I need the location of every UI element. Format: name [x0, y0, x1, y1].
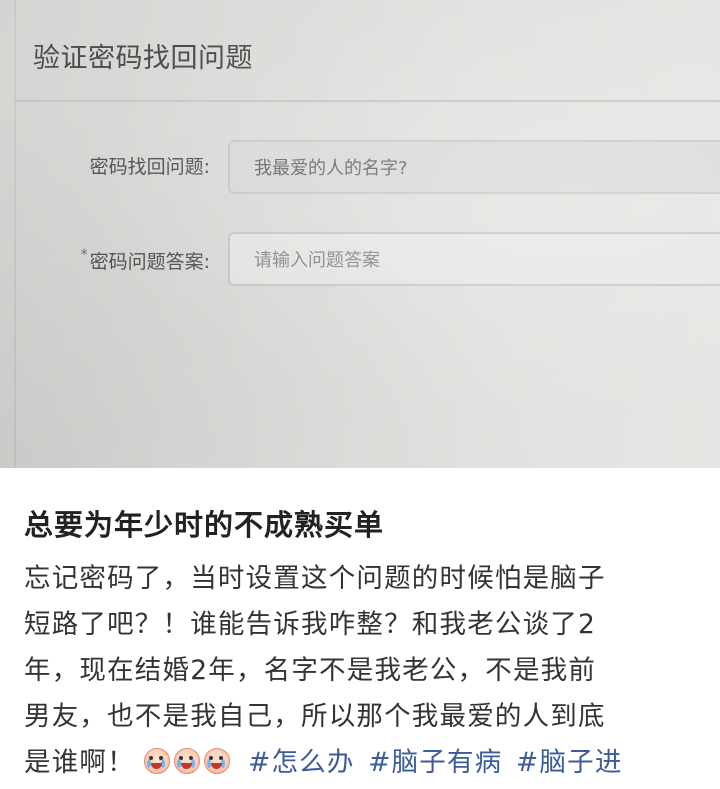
required-mark: * — [80, 247, 88, 263]
post-title: 总要为年少时的不成熟买单 — [24, 508, 385, 542]
crying-face-icon — [144, 748, 171, 774]
dialog-title: 验证密码找回问题 — [33, 43, 253, 74]
post-line: 年，现在结婚2年，名字不是我老公，不是我前 — [24, 655, 597, 686]
security-answer-placeholder: 请输入问题答案 — [254, 250, 380, 271]
security-question-field: 我最爱的人的名字? — [228, 140, 720, 194]
dialog-left-border — [14, 0, 16, 468]
hashtag-link[interactable]: #怎么办 — [248, 747, 355, 778]
crying-face-icon — [204, 748, 231, 774]
answer-label: 密码问题答案: — [89, 251, 210, 273]
question-label: 密码找回问题: — [89, 156, 210, 178]
answer-label-row: * 密码问题答案: — [36, 247, 210, 274]
hashtag-link[interactable]: #脑子进 — [516, 747, 623, 778]
post-line: 是谁啊！ — [24, 747, 135, 778]
title-divider — [14, 100, 720, 102]
security-question-value: 我最爱的人的名字? — [254, 158, 408, 179]
post-line: 男友，也不是我自己，所以那个我最爱的人到底 — [24, 701, 606, 732]
crying-face-icon — [174, 748, 201, 774]
security-answer-input[interactable]: 请输入问题答案 — [228, 232, 720, 286]
post-line: 短路了吧？！谁能告诉我咋整？和我老公谈了2 — [24, 609, 597, 640]
password-recovery-dialog: 验证密码找回问题 密码找回问题: 我最爱的人的名字? * 密码问题答案: 请输入问… — [0, 0, 720, 468]
hashtag-link[interactable]: #脑子有病 — [368, 747, 502, 778]
post-body: 忘记密码了，当时设置这个问题的时候怕是脑子 短路了吧？！谁能告诉我咋整？和我老公… — [24, 556, 704, 786]
post-line: 忘记密码了，当时设置这个问题的时候怕是脑子 — [24, 563, 606, 594]
post-last-line: 是谁啊！ #怎么办 #脑子有病 #脑子进 — [24, 740, 704, 786]
